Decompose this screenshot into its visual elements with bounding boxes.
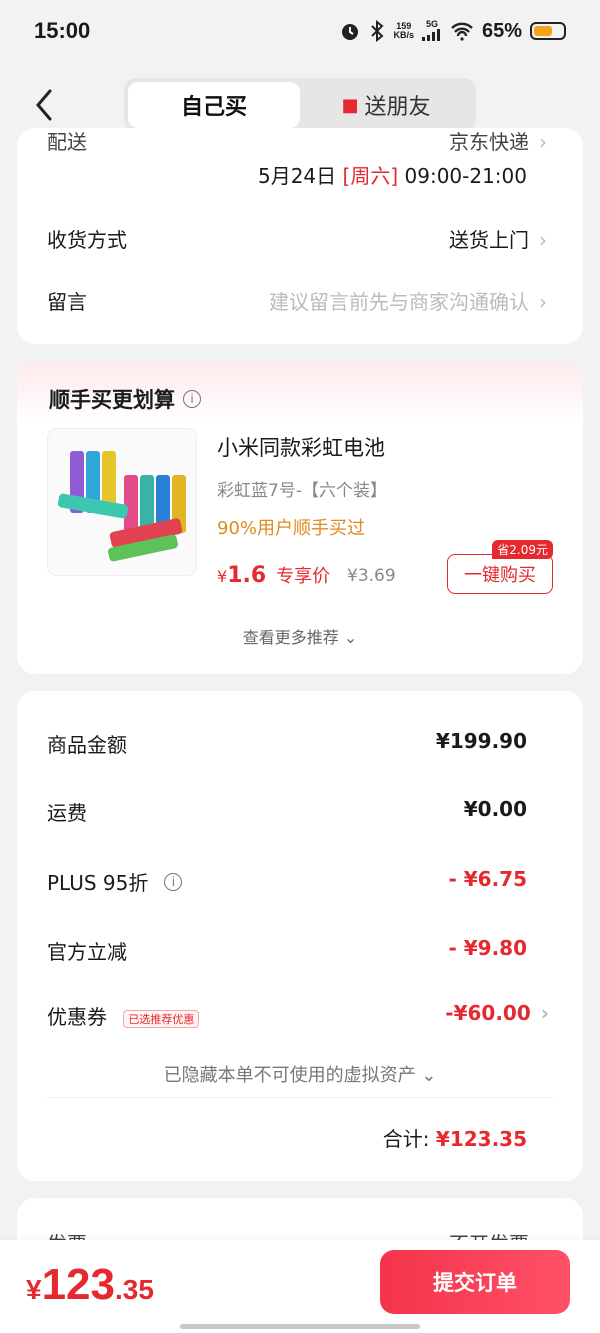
- submit-order-button[interactable]: 提交订单: [380, 1250, 570, 1314]
- receive-method-value: 送货上门: [449, 228, 529, 252]
- product-image[interactable]: [47, 428, 197, 576]
- chevron-right-icon: ›: [539, 130, 547, 154]
- hidden-assets-text: 已隐藏本单不可使用的虚拟资产: [163, 1065, 416, 1086]
- total-label: 合计:: [382, 1127, 430, 1151]
- net-speed-unit: KB/s: [393, 30, 414, 40]
- fee-label-coupon: 优惠券 已选推荐优惠: [47, 1001, 200, 1030]
- message-label: 留言: [47, 290, 87, 314]
- chevron-left-icon: [36, 89, 52, 121]
- product-spec: 彩虹蓝7号-【六个装】: [217, 481, 387, 501]
- total-yen: ¥: [26, 1274, 42, 1305]
- network-label: 5G: [425, 18, 438, 29]
- bluetooth-icon: [371, 20, 384, 42]
- product-tag: 90%用户顺手买过: [217, 518, 366, 539]
- chevron-right-icon: ›: [539, 290, 547, 314]
- wifi-icon: [451, 22, 473, 41]
- purchase-mode-switch: 自己买 ■ 送朋友: [124, 78, 476, 132]
- status-bar: 15:00 159 KB/s 5G 65%: [0, 0, 600, 62]
- price-amount: 1.6: [227, 563, 267, 588]
- fee-label-plus-text: PLUS 95折: [47, 871, 149, 895]
- recommend-title: 顺手买更划算 i: [49, 384, 201, 414]
- message-placeholder: 建议留言前先与商家沟通确认: [269, 290, 529, 314]
- fee-value-shipping: ¥0.00: [463, 797, 527, 821]
- receive-method-label: 收货方式: [47, 228, 127, 252]
- fee-value-official-discount: - ¥9.80: [448, 936, 527, 960]
- info-icon[interactable]: i: [183, 390, 201, 408]
- battery-fill: [534, 26, 553, 36]
- fee-card: 商品金额 ¥199.90 运费 ¥0.00 PLUS 95折 i - ¥6.75…: [17, 691, 583, 1181]
- chevron-right-icon: ›: [539, 228, 547, 252]
- hidden-assets-toggle[interactable]: 已隐藏本单不可使用的虚拟资产 ⌄: [17, 1061, 583, 1087]
- back-button[interactable]: [24, 82, 64, 128]
- tab-label: 送朋友: [364, 95, 431, 120]
- tab-buy-for-self[interactable]: 自己买: [128, 82, 300, 128]
- total-line: 合计: ¥123.35: [383, 1123, 527, 1152]
- save-badge: 省2.09元: [492, 540, 553, 559]
- more-recommendations-text: 查看更多推荐: [242, 628, 339, 647]
- price-symbol: ¥: [217, 567, 228, 586]
- delivery-time-range: 09:00-21:00: [404, 164, 528, 188]
- price-label: 专享价: [276, 566, 331, 587]
- battery-icon: [530, 22, 566, 40]
- total-decimal: .35: [115, 1274, 154, 1305]
- fee-value-plus: - ¥6.75: [448, 867, 527, 891]
- coupon-tag: 已选推荐优惠: [123, 1009, 200, 1028]
- fee-value-coupon: -¥60.00: [445, 1001, 531, 1025]
- product-name[interactable]: 小米同款彩虹电池: [217, 432, 385, 462]
- coupon-row[interactable]: -¥60.00 ›: [445, 1001, 549, 1025]
- more-recommendations[interactable]: 查看更多推荐 ⌄: [17, 624, 583, 648]
- status-icons: 159 KB/s 5G 65%: [339, 18, 566, 43]
- fee-value-goods: ¥199.90: [435, 729, 527, 753]
- alarm-icon: [342, 24, 359, 40]
- delivery-weekday: [周六]: [342, 164, 399, 188]
- fee-label-coupon-text: 优惠券: [47, 1005, 107, 1029]
- delivery-card: 配送 京东快递 › 5月24日 [周六] 09:00-21:00 收货方式 送货上…: [17, 128, 583, 344]
- tab-label: 自己买: [180, 95, 247, 120]
- delivery-label: 配送: [47, 130, 87, 154]
- order-total: ¥ 123 .35: [26, 1260, 154, 1310]
- total-value: ¥123.35: [435, 1127, 527, 1151]
- chevron-down-icon: ⌄: [343, 628, 358, 647]
- message-input[interactable]: 建议留言前先与商家沟通确认 ›: [269, 286, 547, 315]
- bottom-bar: ¥ 123 .35 提交订单: [0, 1240, 600, 1333]
- net-speed: 159 KB/s: [393, 22, 414, 40]
- home-indicator[interactable]: [180, 1324, 420, 1329]
- total-integer: 123: [41, 1260, 115, 1309]
- delivery-time: 5月24日 [周六] 09:00-21:00: [258, 160, 527, 189]
- fee-label-plus: PLUS 95折 i: [47, 867, 183, 896]
- delivery-carrier-text: 京东快递: [449, 130, 529, 154]
- signal-icon: [421, 28, 440, 41]
- delivery-date: 5月24日: [257, 164, 337, 188]
- battery-product-picture: [57, 451, 186, 562]
- tab-send-to-friend[interactable]: ■ 送朋友: [300, 82, 472, 128]
- fee-label-official-discount: 官方立减: [47, 940, 127, 964]
- battery-percent: 65%: [481, 19, 522, 42]
- gift-icon: ■: [341, 94, 359, 116]
- receive-method-row[interactable]: 送货上门 ›: [449, 224, 547, 253]
- delivery-carrier[interactable]: 京东快递 ›: [449, 128, 547, 155]
- chevron-right-icon: ›: [540, 1001, 549, 1025]
- recommend-card: 顺手买更划算 i 小米同款彩虹电池 彩虹蓝7号-【六个装】 90%用户顺手买过 …: [17, 362, 583, 674]
- product-price: ¥ 1.6 专享价: [217, 562, 330, 588]
- network-type: 5G: [421, 18, 442, 43]
- original-price: ¥3.69: [347, 566, 396, 586]
- info-icon[interactable]: i: [164, 872, 183, 891]
- recommend-title-text: 顺手买更划算: [49, 388, 175, 412]
- one-click-buy-button[interactable]: 一键购买: [447, 554, 553, 594]
- status-time: 15:00: [34, 18, 91, 43]
- chevron-down-icon: ⌄: [421, 1065, 437, 1086]
- fee-label-shipping: 运费: [47, 801, 87, 825]
- fee-label-goods: 商品金额: [47, 733, 127, 757]
- divider: [47, 1097, 553, 1098]
